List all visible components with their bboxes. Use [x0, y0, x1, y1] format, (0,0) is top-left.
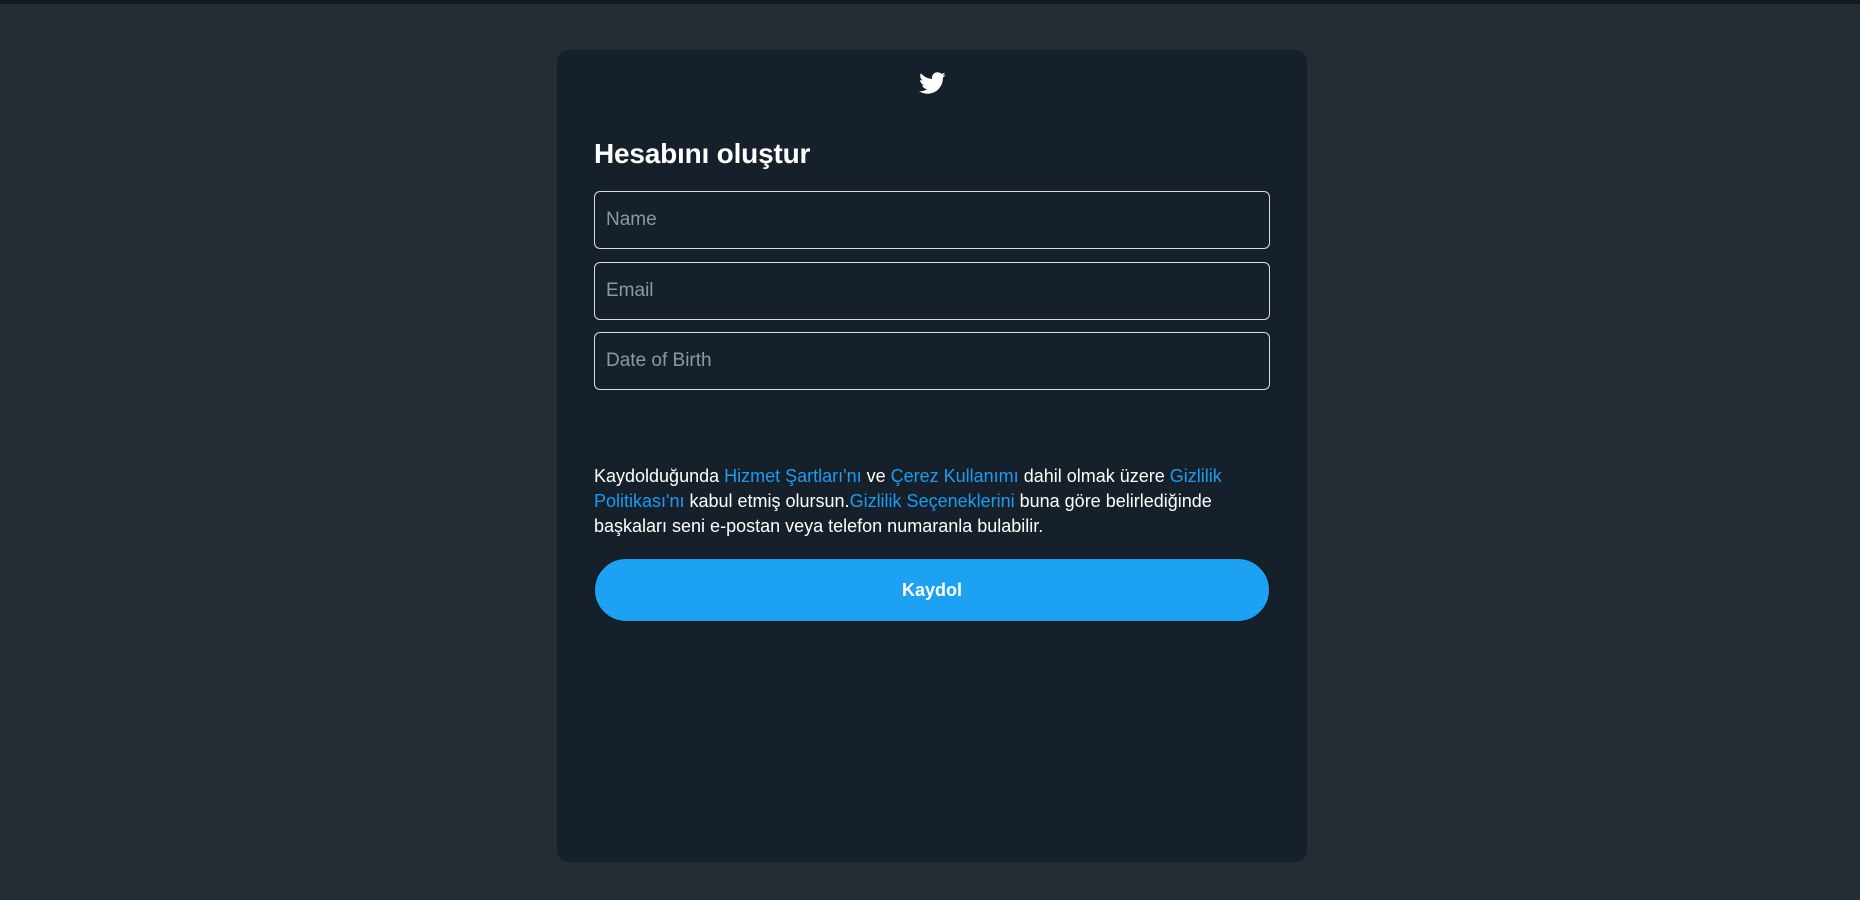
name-field[interactable]: [594, 191, 1270, 249]
page-title: Hesabını oluştur: [594, 138, 811, 169]
signup-button[interactable]: Kaydol: [594, 558, 1270, 622]
privacy-options-link[interactable]: Gizlilik Seçeneklerini: [850, 491, 1015, 511]
twitter-logo: [915, 68, 949, 98]
email-input[interactable]: [595, 263, 1269, 319]
cookie-use-link[interactable]: Çerez Kullanımı: [891, 466, 1019, 486]
date-of-birth-field[interactable]: [594, 332, 1270, 390]
name-input[interactable]: [595, 192, 1269, 248]
twitter-bird-icon: [919, 72, 946, 94]
legal-text-1: Kaydolduğunda: [594, 466, 725, 486]
legal-notice: Kaydolduğunda Hizmet Şartları'nı ve Çere…: [594, 464, 1270, 539]
legal-text-2: ve: [861, 466, 891, 486]
legal-text-4: kabul etmiş olursun.: [684, 491, 850, 511]
email-field[interactable]: [594, 262, 1270, 320]
legal-text-3: dahil olmak üzere: [1018, 466, 1170, 486]
browser-top-strip: [0, 0, 1860, 4]
terms-of-service-link[interactable]: Hizmet Şartları'nı: [724, 466, 861, 486]
date-of-birth-input[interactable]: [595, 333, 1269, 389]
signup-card: Hesabını oluştur Kaydolduğunda Hizmet Şa…: [557, 50, 1307, 862]
